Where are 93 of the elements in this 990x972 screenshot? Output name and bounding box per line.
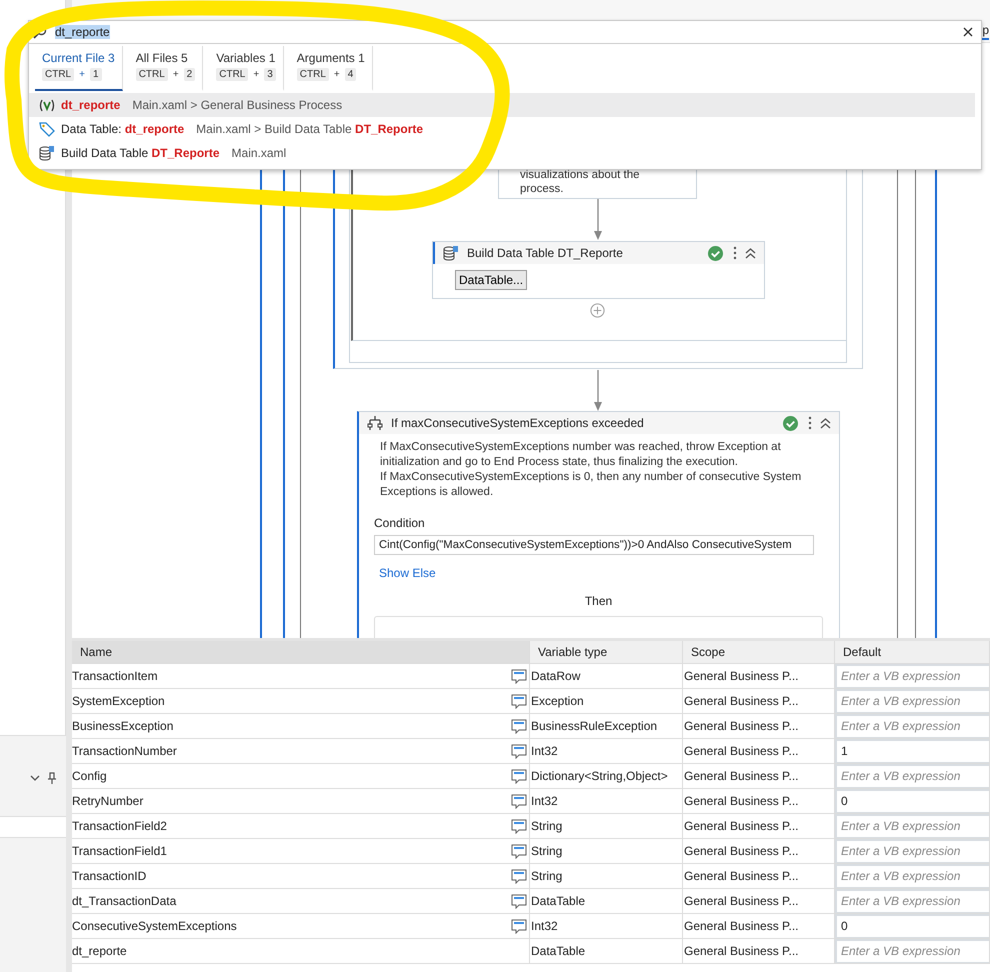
result-title: Data Table: dt_reporte: [61, 122, 184, 136]
annotation-icon[interactable]: [511, 868, 527, 884]
show-else-link[interactable]: Show Else: [379, 566, 436, 580]
activity-description: If MaxConsecutiveSystemExceptions number was reached, throw Exception at initialization and go to End Process state, thus finalizing the execution.: [380, 440, 782, 470]
default-field[interactable]: Enter a VB expression: [837, 840, 989, 862]
collapse-icon[interactable]: [820, 418, 831, 428]
default-field[interactable]: 0: [837, 916, 989, 936]
variable-name: dt_reporte: [72, 944, 127, 958]
activity-description: If MaxConsecutiveSystemExceptions is 0, then any number of consecutive System Exceptions is allowed.: [380, 470, 802, 500]
close-icon[interactable]: [963, 27, 973, 37]
default-field[interactable]: Enter a VB expression: [837, 940, 989, 962]
variable-type[interactable]: String: [530, 864, 683, 888]
add-icon[interactable]: [590, 303, 605, 318]
variable-name: SystemException: [72, 694, 165, 708]
search-field[interactable]: dt_reporte: [55, 25, 110, 39]
filter-tab[interactable]: All Files 5 CTRL + 2: [128, 46, 204, 91]
column-header[interactable]: Name: [72, 641, 530, 663]
variable-name: ConsecutiveSystemExceptions: [72, 919, 237, 933]
annotation-icon[interactable]: [511, 744, 527, 758]
variable-type[interactable]: DataRow: [530, 664, 683, 688]
filter-tab[interactable]: Current File 3 CTRL + 1: [35, 46, 123, 91]
variable-name: TransactionID: [72, 869, 146, 883]
then-label: Then: [584, 594, 614, 608]
annotation-icon[interactable]: [511, 894, 527, 908]
search-result[interactable]: dt_reporte Main.xaml > General Business Process: [29, 93, 975, 117]
variable-name: dt_TransactionData: [72, 894, 176, 908]
default-field[interactable]: Enter a VB expression: [837, 816, 989, 836]
variable-name: Config: [72, 769, 107, 783]
activity-title: If maxConsecutiveSystemExceptions exceeded: [391, 416, 645, 430]
variable-type[interactable]: String: [530, 839, 683, 863]
result-location: Main.xaml > General Business Process: [132, 98, 342, 112]
variable-icon: [39, 98, 55, 112]
annotation-icon[interactable]: [511, 794, 527, 808]
annotation-icon[interactable]: [511, 918, 527, 934]
more-icon[interactable]: [733, 246, 737, 260]
variable-type[interactable]: DataTable: [530, 889, 683, 913]
collapse-icon[interactable]: [745, 248, 756, 258]
activity-header[interactable]: Build Data Table DT_Reporte: [433, 242, 764, 264]
variable-name: TransactionItem: [72, 669, 158, 683]
search-result[interactable]: Data Table: dt_reporte Main.xaml > Build Data Table DT_Reporte: [29, 117, 975, 141]
annotation-text: visualizations about the process.: [519, 169, 641, 196]
branch-icon: [367, 415, 383, 431]
column-header[interactable]: Default: [835, 641, 990, 663]
search-result[interactable]: Build Data Table DT_Reporte Main.xaml: [29, 141, 975, 165]
column-header[interactable]: Scope: [683, 641, 835, 663]
variable-name: RetryNumber: [72, 794, 144, 808]
default-field[interactable]: Enter a VB expression: [837, 866, 989, 886]
variable-type[interactable]: Int32: [530, 789, 683, 813]
pin-icon[interactable]: [48, 772, 56, 784]
variable-name: TransactionNumber: [72, 744, 177, 758]
condition-field[interactable]: Cint(Config("MaxConsecutiveSystemExceptions"))>0 AndAlso ConsecutiveSystem: [374, 535, 814, 555]
variable-type[interactable]: Dictionary<String,Object>: [530, 764, 683, 788]
column-header[interactable]: Variable type: [530, 641, 683, 663]
variable-type[interactable]: Exception: [530, 689, 683, 713]
activity-title: Build Data Table DT_Reporte: [467, 246, 624, 260]
variable-type[interactable]: Int32: [530, 739, 683, 763]
variable-type[interactable]: DataTable: [530, 939, 683, 963]
result-title: Build Data Table DT_Reporte: [61, 146, 220, 160]
default-field[interactable]: Enter a VB expression: [837, 716, 989, 736]
chevron-down-icon[interactable]: [30, 774, 40, 782]
variable-name: BusinessException: [72, 719, 174, 733]
annotation-icon[interactable]: [511, 668, 527, 684]
default-field[interactable]: 0: [837, 790, 989, 812]
activity-header[interactable]: If maxConsecutiveSystemExceptions exceeded: [359, 412, 839, 434]
default-field[interactable]: 1: [837, 740, 989, 762]
variable-type[interactable]: BusinessRuleException: [530, 714, 683, 738]
variable-name: TransactionField2: [72, 819, 167, 833]
more-icon[interactable]: [808, 416, 812, 430]
annotation-icon[interactable]: [511, 694, 527, 708]
database-icon: [39, 145, 55, 161]
filter-tab[interactable]: Arguments 1 CTRL + 4: [290, 46, 373, 91]
default-field[interactable]: Enter a VB expression: [837, 890, 989, 912]
default-field[interactable]: Enter a VB expression: [837, 766, 989, 786]
condition-label: Condition: [374, 516, 426, 530]
panel-field[interactable]: [0, 816, 66, 838]
tag-icon: [39, 121, 55, 137]
annotation-icon[interactable]: [511, 718, 527, 734]
result-location: Main.xaml: [232, 146, 286, 160]
variable-type[interactable]: Int32: [530, 914, 683, 938]
datatable-button[interactable]: DataTable...: [455, 270, 528, 290]
annotation-icon[interactable]: [511, 768, 527, 784]
annotation-icon[interactable]: [511, 818, 527, 834]
annotation-icon[interactable]: [511, 844, 527, 858]
filter-tab[interactable]: Variables 1 CTRL + 3: [209, 46, 284, 91]
default-field[interactable]: Enter a VB expression: [837, 666, 989, 686]
result-title: dt_reporte: [61, 98, 120, 112]
database-icon: [443, 245, 459, 261]
connector-arrow: [593, 199, 603, 241]
connector-arrow: [593, 370, 603, 412]
default-field[interactable]: Enter a VB expression: [837, 690, 989, 712]
variable-type[interactable]: String: [530, 814, 683, 838]
result-location: Main.xaml > Build Data Table DT_Reporte: [196, 122, 424, 136]
variable-name: TransactionField1: [72, 844, 167, 858]
